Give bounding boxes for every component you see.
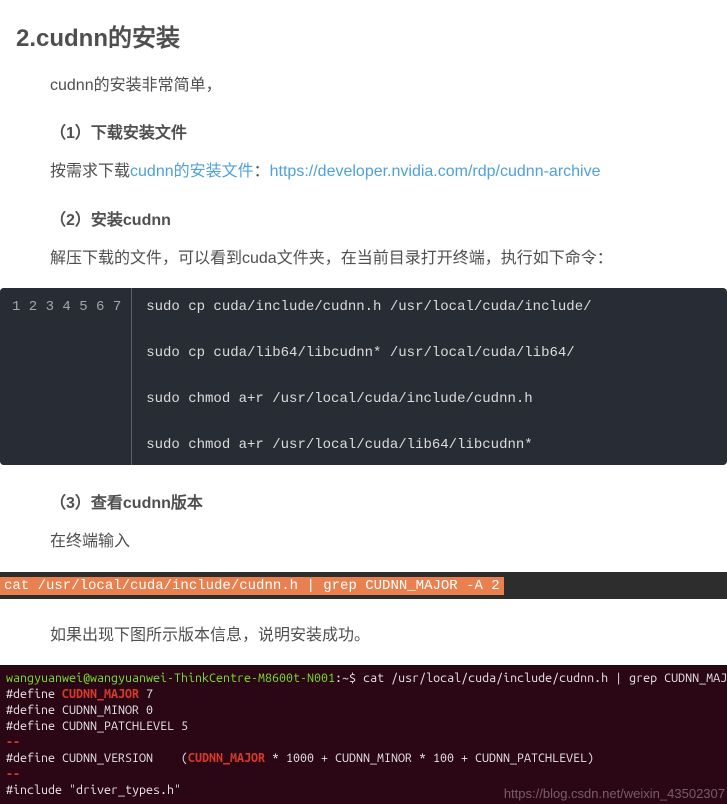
terminal-prompt-sep: : [335,671,342,685]
text-before-link: 按需求下载 [50,163,130,180]
terminal-gap-2: -- [6,767,20,781]
terminal-line-5: #include "driver_types.h" [6,783,181,797]
code-block-install[interactable]: 1 2 3 4 5 6 7 sudo cp cuda/include/cudnn… [0,288,727,465]
terminal-prompt-path: ~ [342,671,349,685]
cudnn-file-link[interactable]: cudnn的安装文件 [130,163,254,180]
terminal-line-4c: * 1000 + CUDNN_MINOR * 100 + CUDNN_PATCH… [265,751,594,765]
terminal-cmd: cat /usr/local/cuda/include/cudnn.h | gr… [363,671,727,685]
code-content: sudo cp cuda/include/cudnn.h /usr/local/… [132,288,727,465]
install-paragraph: 解压下载的文件，可以看到cuda文件夹，在当前目录打开终端，执行如下命令： [50,244,711,274]
terminal-line-1a: #define [6,687,62,701]
terminal-line-1b: CUDNN_MAJOR [62,687,139,701]
download-paragraph: 按需求下载cudnn的安装文件：https://developer.nvidia… [50,157,711,187]
terminal-prompt-user: wangyuanwei@wangyuanwei-ThinkCentre-M860… [6,671,335,685]
subsection-1-title: （1）下载安装文件 [50,119,711,143]
terminal-prompt-end: $ [349,671,363,685]
result-note: 如果出现下图所示版本信息，说明安装成功。 [50,621,711,651]
terminal-line-4a: #define CUDNN_VERSION ( [6,751,188,765]
terminal-line-1c: 7 [139,687,153,701]
terminal-line-4b: CUDNN_MAJOR [188,751,265,765]
subsection-2-title: （2）安装cudnn [50,206,711,230]
link-separator: ： [254,163,270,180]
check-version-paragraph: 在终端输入 [50,527,711,557]
subsection-3-title: （3）查看cudnn版本 [50,489,711,513]
watermark: https://blog.csdn.net/weixin_43502307 [504,786,725,802]
terminal-output: wangyuanwei@wangyuanwei-ThinkCentre-M860… [0,665,727,804]
intro-text: cudnn的安装非常简单， [50,71,711,101]
section-heading: 2.cudnn的安装 [16,18,711,53]
terminal-line-2: #define CUDNN_MINOR 0 [6,703,153,717]
code-block-check[interactable]: cat /usr/local/cuda/include/cudnn.h | gr… [0,572,727,599]
code-gutter: 1 2 3 4 5 6 7 [0,288,132,465]
code-check-content: cat /usr/local/cuda/include/cudnn.h | gr… [0,577,504,595]
cudnn-archive-link[interactable]: https://developer.nvidia.com/rdp/cudnn-a… [270,163,601,180]
terminal-line-3: #define CUDNN_PATCHLEVEL 5 [6,719,188,733]
terminal-gap: -- [6,735,20,749]
